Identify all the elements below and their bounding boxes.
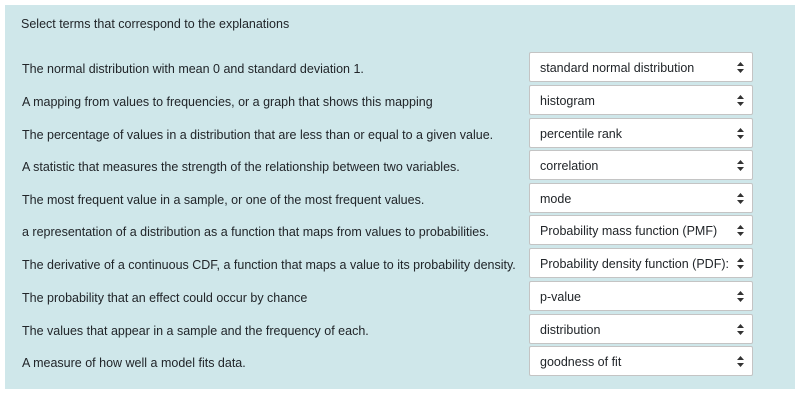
selected-term: Probability mass function (PMF) [540,224,718,238]
term-select[interactable]: Probability density function (PDF): [529,248,753,278]
row-explanation: A measure of how well a model fits data. [22,356,246,370]
row-explanation: A statistic that measures the strength o… [22,160,460,174]
selected-term: histogram [540,94,595,108]
row-explanation: The percentage of values in a distributi… [22,128,494,142]
up-down-caret-icon [737,258,744,269]
selected-term: p-value [540,290,581,304]
row-explanation: a representation of a distribution as a … [22,225,489,239]
up-down-caret-icon [737,356,744,367]
selected-term: percentile rank [540,127,622,141]
match-row: A measure of how well a model fits data.… [5,346,795,385]
question-panel: Select terms that correspond to the expl… [5,5,795,389]
up-down-caret-icon [737,128,744,139]
up-down-caret-icon [737,324,744,335]
selected-term: distribution [540,323,601,337]
up-down-caret-icon [737,160,744,171]
selected-term: correlation [540,159,599,173]
selected-term: standard normal distribution [540,61,695,75]
row-explanation: The most frequent value in a sample, or … [22,193,425,207]
term-select[interactable]: mode [529,183,753,213]
term-select[interactable]: Probability mass function (PMF) [529,215,753,245]
row-explanation: The normal distribution with mean 0 and … [22,62,364,76]
selected-term: Probability density function (PDF): [540,257,729,271]
term-select[interactable]: distribution [529,314,753,344]
term-select[interactable]: correlation [529,150,753,180]
up-down-caret-icon [737,225,744,236]
term-select[interactable]: p-value [529,281,753,311]
term-select[interactable]: standard normal distribution [529,52,753,82]
selected-term: goodness of fit [540,355,622,369]
up-down-caret-icon [737,95,744,106]
question-prompt: Select terms that correspond to the expl… [21,17,290,31]
row-explanation: The probability that an effect could occ… [22,291,308,305]
up-down-caret-icon [737,193,744,204]
row-explanation: The values that appear in a sample and t… [22,324,369,338]
row-explanation: The derivative of a continuous CDF, a fu… [22,258,516,272]
selected-term: mode [540,192,572,206]
up-down-caret-icon [737,291,744,302]
row-explanation: A mapping from values to frequencies, or… [22,95,433,109]
up-down-caret-icon [737,62,744,73]
term-select[interactable]: goodness of fit [529,346,753,376]
term-select[interactable]: histogram [529,85,753,115]
term-select[interactable]: percentile rank [529,118,753,148]
